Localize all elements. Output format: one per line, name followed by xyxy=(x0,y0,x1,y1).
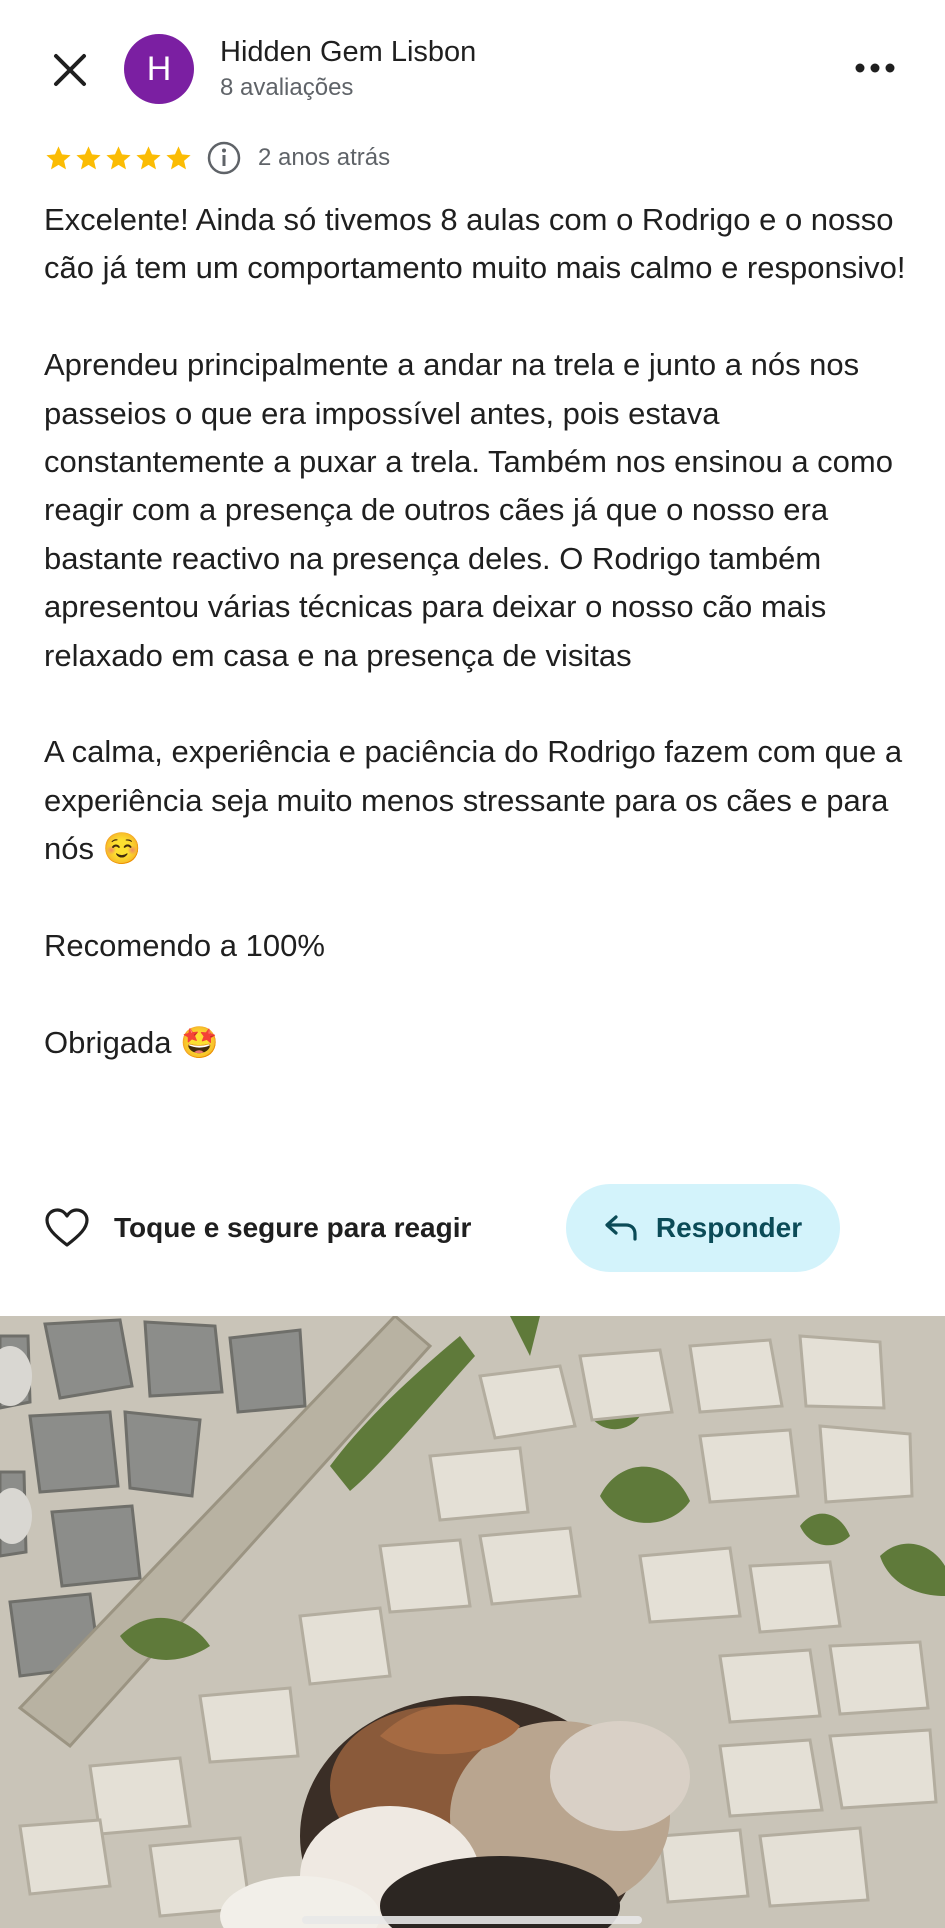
heart-icon xyxy=(45,1208,89,1247)
home-indicator[interactable] xyxy=(302,1916,642,1924)
more-horizontal-icon xyxy=(855,63,895,73)
info-icon xyxy=(207,141,241,175)
star-rating xyxy=(44,144,194,173)
star-icon xyxy=(166,145,191,169)
reviewer-review-count: 8 avaliações xyxy=(220,74,354,101)
star-icon xyxy=(136,145,161,169)
star-icon xyxy=(46,145,71,169)
reviewer-name[interactable]: Hidden Gem Lisbon xyxy=(220,36,476,69)
react-button[interactable]: Toque e segure para reagir xyxy=(44,1198,471,1258)
reply-label: Responder xyxy=(655,1212,803,1243)
star-icon xyxy=(76,145,101,169)
review-date: 2 anos atrás xyxy=(258,144,391,171)
reply-button[interactable]: Responder xyxy=(566,1184,840,1272)
close-button[interactable] xyxy=(44,44,96,96)
review-photo[interactable] xyxy=(0,1316,945,1928)
review-header: H Hidden Gem Lisbon 8 avaliações xyxy=(0,0,945,140)
review-actions: Toque e segure para reagir Responder xyxy=(0,1184,945,1272)
rating-row: 2 anos atrás xyxy=(44,140,390,176)
avatar[interactable]: H xyxy=(124,34,194,104)
more-options-button[interactable] xyxy=(845,46,905,90)
star-icon xyxy=(106,145,131,169)
info-button[interactable] xyxy=(206,140,242,176)
react-label: Toque e segure para reagir xyxy=(114,1212,472,1243)
dog-on-cobblestone-image xyxy=(0,1316,945,1928)
reply-icon xyxy=(605,1215,637,1241)
review-body: Excelente! Ainda só tivemos 8 aulas com … xyxy=(44,202,906,1060)
close-icon xyxy=(54,54,86,86)
